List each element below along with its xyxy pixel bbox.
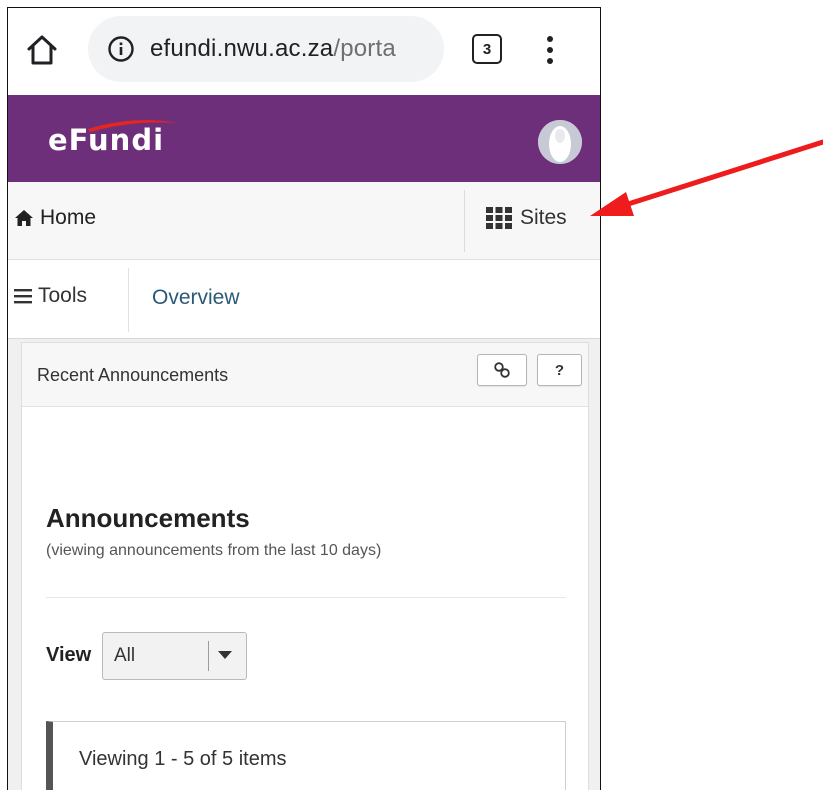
help-icon: ? <box>554 361 565 379</box>
address-bar[interactable]: efundi.nwu.ac.za/porta <box>88 16 444 82</box>
grid-icon <box>486 207 512 229</box>
view-select[interactable]: All <box>102 632 247 680</box>
home-label: Home <box>40 206 97 229</box>
tools-divider <box>128 268 129 332</box>
select-divider <box>208 641 209 671</box>
tab-switcher-button[interactable]: 3 <box>472 34 502 64</box>
url-path: /porta <box>333 35 396 62</box>
link-icon <box>494 362 510 378</box>
more-vert-icon[interactable] <box>538 28 562 72</box>
mobile-browser-viewport: efundi.nwu.ac.za/porta 3 eFundi Home Sit… <box>7 7 601 790</box>
url-domain: efundi.nwu.ac.za <box>150 35 334 62</box>
sites-button[interactable]: Sites <box>486 206 567 230</box>
announcements-heading: Announcements <box>46 503 250 533</box>
tools-label: Tools <box>38 284 88 307</box>
link-button[interactable] <box>477 354 527 386</box>
browser-home-button[interactable] <box>22 30 62 70</box>
sites-label: Sites <box>520 206 567 229</box>
top-nav: Home Sites <box>8 182 600 260</box>
info-icon[interactable] <box>106 34 136 64</box>
site-header: eFundi <box>8 95 600 182</box>
portlet-title-bar: Recent Announcements ? <box>22 343 588 407</box>
home-icon <box>27 35 57 65</box>
avatar-icon <box>538 120 582 164</box>
caret-down-icon <box>218 651 232 659</box>
home-icon <box>14 209 34 227</box>
screenshot-page: efundi.nwu.ac.za/porta 3 eFundi Home Sit… <box>0 0 823 790</box>
items-count-text: Viewing 1 - 5 of 5 items <box>79 748 287 770</box>
tools-menu-button[interactable]: Tools <box>14 284 87 308</box>
view-label: View <box>46 644 92 666</box>
portlet-title: Recent Announcements <box>37 365 229 385</box>
announcements-subheading: (viewing announcements from the last 10 … <box>46 542 382 559</box>
logo-text: eFundi <box>48 123 165 157</box>
tab-count: 3 <box>482 40 492 58</box>
items-summary-box: Viewing 1 - 5 of 5 items <box>46 721 566 790</box>
user-avatar[interactable] <box>538 120 582 164</box>
url-text: efundi.nwu.ac.za/porta <box>150 35 434 63</box>
main-content: Recent Announcements ? Announcements (vi… <box>8 339 600 790</box>
nav-divider <box>464 190 465 252</box>
tools-bar: Tools Overview <box>8 260 600 339</box>
view-select-value: All <box>114 645 136 666</box>
browser-toolbar: efundi.nwu.ac.za/porta 3 <box>8 8 600 95</box>
help-button[interactable]: ? <box>537 354 582 386</box>
overview-link[interactable]: Overview <box>152 286 240 310</box>
hamburger-icon <box>14 288 34 304</box>
announcements-portlet: Recent Announcements ? Announcements (vi… <box>21 342 589 790</box>
efundi-logo[interactable]: eFundi <box>48 117 198 161</box>
home-link[interactable]: Home <box>14 206 96 230</box>
divider <box>46 597 566 598</box>
